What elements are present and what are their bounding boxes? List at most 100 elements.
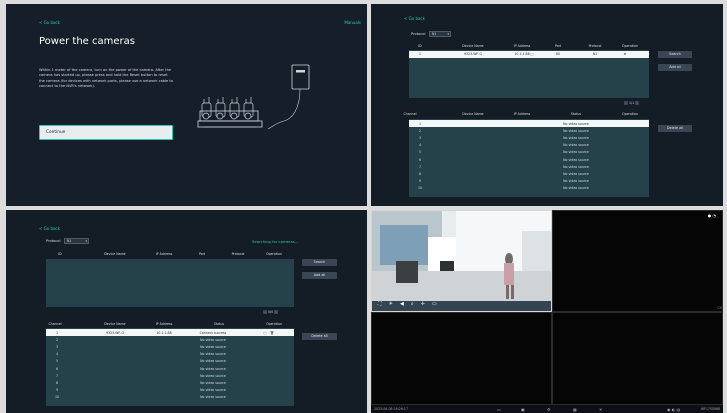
table-row[interactable]: 7 No video source <box>409 163 649 170</box>
channel-number: 8 <box>55 380 59 385</box>
search-button[interactable]: Search <box>302 259 337 266</box>
channel-status: No video source <box>200 395 226 400</box>
edit-icon[interactable]: ▢ <box>262 331 268 335</box>
table-row[interactable]: 3 No video source <box>409 134 649 141</box>
channel-status: No video source <box>200 359 226 364</box>
chevron-down-icon: ▾ <box>85 239 87 243</box>
add-all-button[interactable]: Add all <box>302 272 337 279</box>
channel-number: 6 <box>418 157 422 162</box>
record-icon[interactable]: ▭ <box>432 301 437 307</box>
channel-number: 5 <box>55 359 59 364</box>
delete-icon[interactable]: 🗑 <box>269 331 275 335</box>
table-row[interactable]: 6 No video source <box>46 365 294 372</box>
status-icons: ◉ ◐ ▤ <box>667 406 681 412</box>
table-row[interactable]: 1 No video source <box>409 120 649 128</box>
add-all-button[interactable]: Add all <box>658 64 692 71</box>
channel-status: No video source <box>563 135 589 140</box>
table-row[interactable]: 5 No video source <box>409 149 649 156</box>
col-channel: Channel <box>48 322 62 326</box>
speaker-icon[interactable]: ◀ <box>400 301 404 307</box>
protocol-label: Protocol <box>46 239 61 243</box>
continue-button[interactable]: Continue <box>39 125 173 140</box>
channel-status: No video source <box>563 121 589 126</box>
table-row[interactable]: 1 Connect success 9323-WF-G 10.1.1.88 ▢ 🗑 <box>46 329 294 337</box>
table-row[interactable]: 3 No video source <box>46 343 294 350</box>
table-row[interactable]: 10 No video source <box>409 185 649 192</box>
channel-status: Connect success <box>199 330 227 335</box>
table-row[interactable]: 10 No video source <box>46 394 294 401</box>
col-port: Port <box>554 44 562 48</box>
chevron-down-icon: ▾ <box>447 32 449 36</box>
video-cell-4[interactable] <box>552 312 723 405</box>
prev-page-button[interactable]: ‹ <box>624 101 628 105</box>
add-icon[interactable]: ⊕ <box>621 52 629 56</box>
channel-number: 4 <box>418 143 422 148</box>
layout-grid-icon[interactable]: ▦ <box>573 407 577 412</box>
col-port: Port <box>198 252 206 256</box>
page-title: Power the cameras <box>39 36 135 47</box>
video-cell-2[interactable] <box>552 210 723 312</box>
table-row[interactable]: 4 No video source <box>46 351 294 358</box>
tools-icon[interactable]: ✕ <box>599 407 602 412</box>
next-page-button[interactable]: › <box>274 310 279 314</box>
channel-number: 3 <box>55 344 59 349</box>
settings-gear-icon[interactable]: ⚙ <box>547 407 551 412</box>
table-row[interactable]: 6 No video source <box>409 156 649 163</box>
copy-icon[interactable]: ▢ <box>528 52 536 56</box>
video-cell-3[interactable] <box>371 312 552 405</box>
fullscreen-icon[interactable]: ⛶ <box>378 301 382 307</box>
channel-status: No video source <box>563 128 589 133</box>
collage: < Go back Manuals Power the cameras With… <box>0 0 727 413</box>
brightness-icon[interactable]: ☀ <box>389 301 393 307</box>
camera-icon[interactable]: ▣ <box>521 407 525 412</box>
table-row[interactable]: 2 No video source <box>46 336 294 343</box>
manuals-link[interactable]: Manuals <box>344 20 361 25</box>
delete-all-button[interactable]: Delete all <box>302 333 337 340</box>
channel-number: 10 <box>54 395 60 400</box>
ptz-icon[interactable]: ✛ <box>421 301 425 307</box>
playback-icon[interactable]: ▭ <box>497 407 501 412</box>
channel-number: 1 <box>418 121 422 126</box>
next-page-button[interactable]: › <box>635 101 640 105</box>
zoom-icon[interactable]: ⌕ <box>411 301 414 307</box>
timestamp: 2023-06-08 16:26:17 <box>374 407 408 411</box>
col-device-name: Device Name <box>462 112 484 116</box>
taskbar: 2023-06-08 16:26:17 ▭ ▣ ⚙ ▦ ✕ ◉ ◐ ▤ WF17… <box>371 405 723 413</box>
device-id: WF17SS988 <box>700 407 720 411</box>
channel-label: CH <box>717 306 722 310</box>
table-row[interactable]: 2 No video source <box>409 127 649 134</box>
channel-number: 5 <box>418 150 422 155</box>
protocol-select[interactable]: N1 ▾ <box>429 31 451 37</box>
go-back-link[interactable]: < Go back <box>39 20 60 25</box>
table-row[interactable]: 4 No video source <box>409 142 649 149</box>
col-protocol: Protocol <box>588 44 602 48</box>
col-ip-address: IP Address <box>513 112 531 116</box>
table-row[interactable]: 7 No video source <box>46 372 294 379</box>
settings-icon[interactable]: ● ◔ <box>708 213 716 218</box>
prev-page-button[interactable]: ‹ <box>263 310 267 314</box>
channel-status: No video source <box>200 352 226 357</box>
search-button[interactable]: Search <box>658 51 692 58</box>
power-cameras-screen: < Go back Manuals Power the cameras With… <box>6 4 367 206</box>
table-row[interactable]: 9 No video source <box>46 387 294 394</box>
table-row[interactable]: 9 No video source <box>409 178 649 185</box>
channel-status: No video source <box>563 157 589 162</box>
video-cell-1[interactable]: ⛶ ☀ ◀ ⌕ ✛ ▭ <box>371 210 552 312</box>
channel-status: No video source <box>563 150 589 155</box>
go-back-link[interactable]: < Go back <box>404 16 425 21</box>
channel-device-name: 9323-WF-G <box>106 330 124 335</box>
table-row[interactable]: 8 No video source <box>46 379 294 386</box>
delete-all-button[interactable]: Delete all <box>658 125 692 132</box>
channel-number: 6 <box>55 366 59 371</box>
pager: ‹ 1/1 › <box>624 101 640 105</box>
protocol-select[interactable]: N1 ▾ <box>64 238 89 244</box>
channel-status: No video source <box>563 179 589 184</box>
table-row[interactable]: 8 No video source <box>409 170 649 177</box>
go-back-link[interactable]: < Go back <box>39 226 60 231</box>
col-channel: Channel <box>403 112 417 116</box>
table-row[interactable]: 5 No video source <box>46 358 294 365</box>
channel-number: 7 <box>55 373 59 378</box>
camera-feed <box>372 211 551 311</box>
channel-status: No video source <box>563 164 589 169</box>
table-row[interactable]: 1 9323-WF-G 10.1.1.88 80 N1 ▢ ⊕ <box>409 51 649 58</box>
